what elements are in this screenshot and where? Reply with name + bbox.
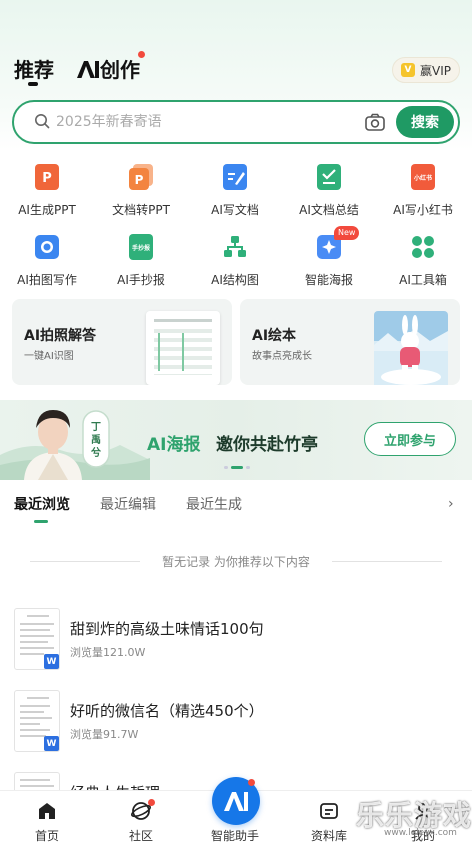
home-icon: [39, 803, 55, 819]
rabbit-illustration: [374, 311, 448, 385]
tool-ai-toolbox[interactable]: AI工具箱: [376, 230, 470, 294]
tab-recent-edit[interactable]: 最近编辑: [100, 494, 156, 514]
nav-label: 首页: [34, 829, 59, 843]
tool-ai-summary[interactable]: AI文档总结: [282, 160, 376, 224]
notification-dot: [138, 51, 145, 58]
assistant-icon: [224, 792, 248, 811]
tab-recommend[interactable]: 推荐: [14, 54, 54, 83]
card-title: AI绘本: [252, 328, 297, 344]
carousel-indicator: [224, 466, 250, 469]
tool-label: AI写小红书: [393, 203, 453, 217]
person-avatar: [24, 410, 82, 480]
card-ai-photo-answer[interactable]: AI拍照解答 一键AI识图: [12, 299, 232, 385]
banner-title: AI海报: [147, 435, 201, 455]
tool-ai-xiaohongshu[interactable]: 小红书 AI写小红书: [376, 160, 470, 224]
svg-text:P: P: [42, 171, 52, 186]
card-ai-picture-book[interactable]: AI绘本 故事点亮成长: [240, 299, 460, 385]
chevron-right-icon[interactable]: ›: [448, 496, 454, 512]
tool-label: AI文档总结: [299, 203, 359, 217]
tab-active-indicator: [28, 82, 38, 86]
tab-ai-create[interactable]: 创作: [76, 54, 140, 83]
tool-label: AI结构图: [211, 273, 259, 287]
card-title: AI拍照解答: [24, 328, 97, 344]
doc-title: 好听的微信名（精选450个）: [70, 702, 264, 720]
svg-text:P: P: [135, 173, 144, 187]
divider-line: [332, 561, 442, 562]
tool-label: AI手抄报: [117, 273, 165, 287]
tool-ai-write-doc[interactable]: AI写文档: [188, 160, 282, 224]
ppt-icon: P: [35, 164, 59, 190]
tool-doc-to-ppt[interactable]: P 文档转PPT: [94, 160, 188, 224]
tool-smart-poster[interactable]: New 智能海报: [282, 226, 376, 294]
xiaohongshu-icon-text: 小红书: [413, 175, 432, 182]
nav-home[interactable]: 首页: [0, 791, 94, 846]
tool-label: AI工具箱: [399, 273, 447, 287]
tool-label: AI写文档: [211, 203, 259, 217]
new-badge: New: [334, 226, 360, 240]
list-item[interactable]: W 甜到炸的高级土味情话100句 浏览量121.0W: [0, 608, 472, 678]
card-subtitle: 一键AI识图: [24, 351, 74, 362]
camera-icon[interactable]: [364, 111, 386, 133]
tab-recent-generate[interactable]: 最近生成: [186, 494, 242, 514]
camera-write-icon: [35, 235, 59, 259]
recent-tabs: 最近浏览 最近编辑 最近生成 ›: [0, 490, 472, 526]
notification-dot: [248, 779, 255, 786]
handcopy-icon-text: 手抄报: [131, 245, 150, 252]
doc-thumbnail: [14, 772, 60, 790]
structure-icon: [224, 236, 246, 257]
carousel-dot-active: [231, 466, 243, 469]
word-file-icon: W: [44, 654, 59, 669]
tool-ai-structure[interactable]: AI结构图: [188, 230, 282, 294]
worksheet-image: [146, 311, 220, 385]
recent-tab-indicator: [34, 520, 48, 523]
doc-views: 浏览量91.7W: [70, 728, 139, 741]
stamp-badge: 丁禹兮: [82, 410, 110, 468]
nav-label: 社区: [128, 829, 153, 843]
nav-community[interactable]: 社区: [94, 791, 188, 846]
card-subtitle: 故事点亮成长: [252, 351, 312, 362]
ai-logo-icon: [77, 61, 99, 78]
nav-label: 智能助手: [210, 829, 259, 843]
search-icon: [35, 114, 50, 129]
tool-label: AI拍图写作: [17, 273, 77, 287]
notification-dot: [148, 799, 155, 806]
banner-subtitle: 邀你共赴竹亭: [216, 435, 318, 455]
summary-icon: [317, 164, 341, 190]
svg-text:丁禹兮: 丁禹兮: [90, 421, 101, 459]
search-bar: 搜索: [12, 100, 460, 144]
tool-label: AI生成PPT: [18, 203, 76, 217]
tool-ai-camera-write[interactable]: AI拍图写作: [0, 230, 94, 294]
carousel-dot: [224, 466, 228, 469]
vip-label: 赢VIP: [420, 63, 451, 78]
tool-label: 文档转PPT: [112, 203, 170, 217]
tool-label: 智能海报: [304, 273, 353, 287]
search-input[interactable]: [56, 111, 346, 133]
vip-button[interactable]: V 赢VIP: [392, 57, 460, 83]
vip-icon: V: [401, 63, 415, 77]
list-item[interactable]: W 好听的微信名（精选450个） 浏览量91.7W: [0, 690, 472, 760]
watermark-url: www.leleyx.com: [384, 828, 457, 838]
tool-ai-handcopy[interactable]: 手抄报 AI手抄报: [94, 230, 188, 294]
carousel-dot: [246, 466, 250, 469]
tab-recent-browse[interactable]: 最近浏览: [14, 494, 70, 514]
doc-title: 甜到炸的高级土味情话100句: [70, 620, 264, 638]
header: 推荐 创作 V 赢VIP: [0, 40, 472, 96]
tool-ai-ppt[interactable]: P AI生成PPT: [0, 160, 94, 224]
toolbox-icon: [412, 236, 434, 258]
tab-ai-create-label: 创作: [100, 58, 140, 82]
empty-state-divider: 暂无记录 为你推荐以下内容: [0, 551, 472, 571]
write-doc-icon: [223, 164, 247, 190]
library-icon: [320, 803, 338, 819]
doc-views: 浏览量121.0W: [70, 646, 146, 659]
search-button[interactable]: 搜索: [396, 106, 454, 138]
doc-to-ppt-icon: P: [129, 164, 153, 190]
join-button[interactable]: 立即参与: [364, 422, 456, 456]
doc-title: 经典人生哲理: [70, 782, 160, 790]
word-file-icon: W: [44, 736, 59, 751]
